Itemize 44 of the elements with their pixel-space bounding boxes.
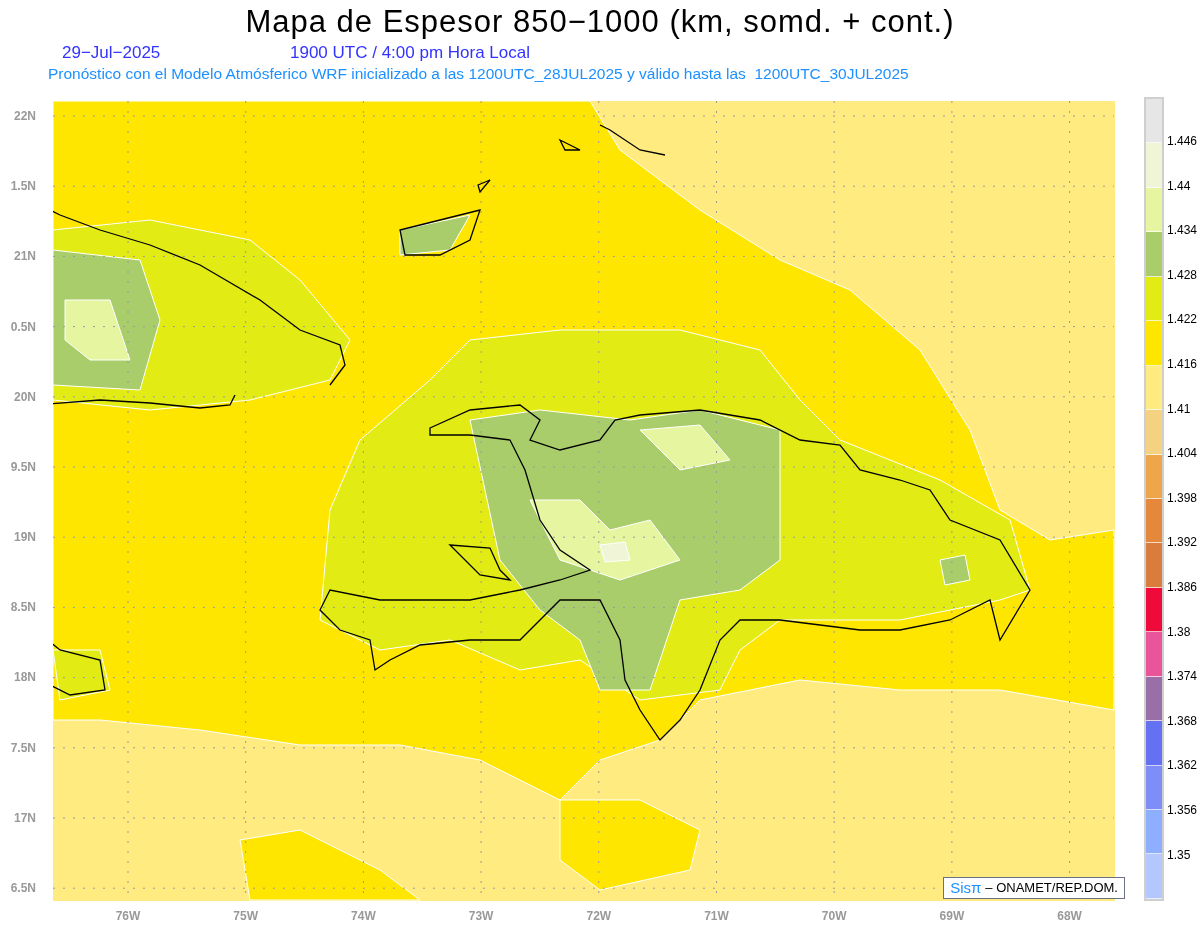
colorbar-label: 1.35 — [1167, 847, 1191, 862]
colorbar-label: 1.44 — [1167, 178, 1191, 193]
forecast-time: 1900 UTC / 4:00 pm Hora Local — [290, 42, 530, 65]
forecast-date: 29−Jul−2025 — [62, 42, 162, 65]
longitude-label: 73W — [468, 909, 494, 923]
latitude-label: 1.5N — [10, 178, 36, 195]
latitude-label: 0.5N — [10, 318, 36, 335]
map-title: Mapa de Espesor 850−1000 (km, somd. + cont.) — [245, 3, 955, 41]
latitude-label: 9.5N — [10, 458, 36, 475]
colorbar-label: 1.362 — [1167, 758, 1198, 773]
latitude-label: 8.5N — [10, 599, 36, 616]
latitude-label: 22N — [14, 108, 36, 124]
colorbar-label: 1.428 — [1167, 267, 1198, 282]
colorbar-label: 1.368 — [1167, 713, 1198, 728]
longitude-label: 75W — [233, 909, 259, 923]
colorbar-label: 1.422 — [1167, 312, 1198, 327]
latitude-label: 17N — [14, 809, 36, 826]
colorbar-label: 1.392 — [1167, 535, 1198, 550]
colorbar-label: 1.386 — [1167, 579, 1198, 594]
latitude-label: 20N — [14, 388, 36, 405]
colorbar-label: 1.404 — [1167, 446, 1198, 461]
forecast-subtitle: Pronóstico con el Modelo Atmósferico WRF inicializado a las 1200UTC_28JUL2025 y válido hasta las 1200UTC_30JUL2025 — [48, 64, 909, 85]
colorbar-label: 1.38 — [1167, 624, 1191, 639]
longitude-label: 71W — [704, 909, 729, 923]
credit-logo: Sisπ — [950, 877, 982, 898]
latitude-label: 6.5N — [10, 879, 36, 896]
credit-text: – ONAMET/REP.DOM. — [985, 879, 1118, 898]
colorbar-label: 1.446 — [1167, 134, 1198, 148]
colorbar-label: 1.416 — [1167, 356, 1198, 371]
longitude-label: 68W — [1057, 909, 1082, 923]
latitude-label: 19N — [14, 529, 36, 546]
longitude-label: 70W — [821, 909, 847, 923]
longitude-label: 72W — [586, 909, 612, 923]
colorbar-label: 1.41 — [1167, 401, 1191, 416]
longitude-label: 74W — [351, 909, 376, 923]
colorbar-label: 1.434 — [1167, 223, 1198, 238]
colorbar-label: 1.356 — [1167, 802, 1198, 817]
colorbar-label: 1.374 — [1167, 669, 1198, 684]
latitude-label: 18N — [14, 669, 36, 686]
longitude-label: 76W — [115, 909, 141, 923]
latitude-label: 21N — [14, 248, 36, 265]
longitude-label: 69W — [939, 909, 965, 923]
latitude-label: 7.5N — [10, 739, 36, 756]
colorbar-label: 1.398 — [1167, 490, 1198, 505]
